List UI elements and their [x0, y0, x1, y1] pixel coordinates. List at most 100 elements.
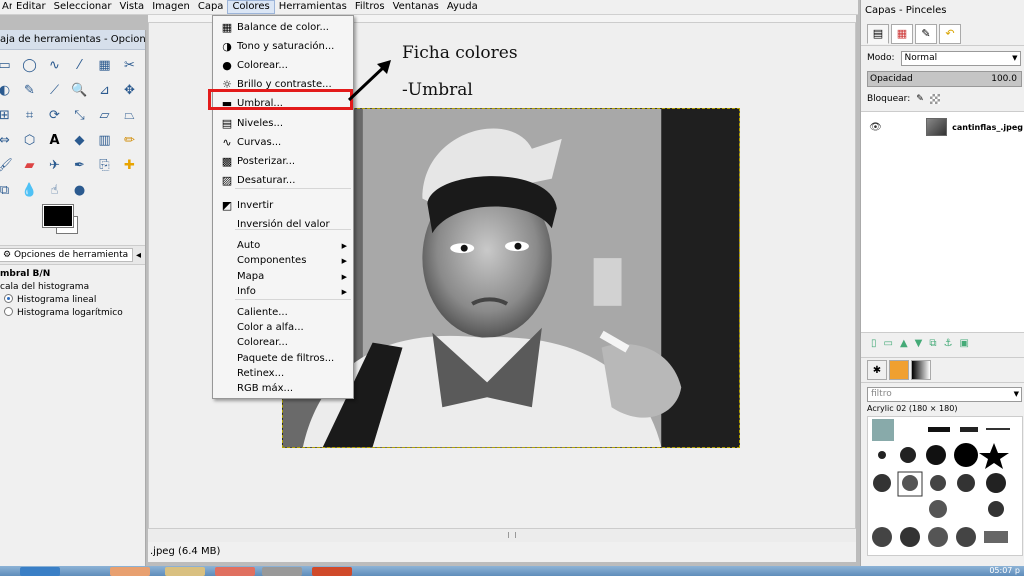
colores-menu-item[interactable]: Info ▶ — [213, 283, 353, 300]
taskbar-app-2[interactable] — [165, 567, 205, 576]
delete-layer-icon[interactable]: ▣ — [959, 338, 968, 349]
log-histogram-option[interactable]: Histograma logarítmico — [0, 307, 145, 320]
eye-icon[interactable]: 👁 — [865, 122, 886, 133]
menu-archivo[interactable]: Archivo — [2, 0, 12, 14]
dodge-burn-icon[interactable]: ● — [67, 178, 92, 203]
menu-capa[interactable]: Capa — [194, 0, 228, 14]
tab-channels[interactable]: ▦ — [891, 23, 913, 44]
menu-seleccionar[interactable]: Seleccionar — [50, 0, 116, 14]
layer-row[interactable]: 👁 cantinflas_.jpeg — [861, 116, 1023, 138]
measure-icon[interactable]: ⊿ — [92, 78, 117, 103]
start-button[interactable] — [20, 567, 60, 576]
pencil-icon[interactable]: ✏ — [117, 128, 142, 153]
anchor-icon[interactable]: ⚓ — [944, 338, 953, 349]
new-group-icon[interactable]: ▭ — [884, 338, 893, 349]
bucket-fill-icon[interactable]: ◆ — [67, 128, 92, 153]
colores-menu-item[interactable]: ∿ Curvas... — [213, 134, 353, 151]
linear-histogram-option[interactable]: Histograma lineal — [0, 294, 145, 307]
brush-filter-input[interactable]: filtro ▼ — [867, 387, 1022, 402]
foreground-color[interactable] — [43, 205, 73, 227]
horizontal-scrollbar[interactable] — [148, 528, 856, 542]
taskbar-app-1[interactable] — [110, 567, 150, 576]
paths-icon[interactable]: ✎ — [17, 78, 42, 103]
perspective-icon[interactable]: ⏢ — [117, 103, 142, 128]
align-icon[interactable]: ⊞ — [0, 103, 17, 128]
rotate-icon[interactable]: ⟳ — [42, 103, 67, 128]
eyedropper-icon[interactable]: ⟋ — [42, 78, 67, 103]
tab-brushes[interactable]: ✱ — [867, 360, 887, 380]
smudge-icon[interactable]: ☝ — [42, 178, 67, 203]
menu-ayuda[interactable]: Ayuda — [443, 0, 482, 14]
move-icon[interactable]: ✥ — [117, 78, 142, 103]
tab-paths[interactable]: ✎ — [915, 23, 937, 44]
scissors-icon[interactable]: ✂ — [117, 53, 142, 78]
colores-menu-item[interactable]: ▤ Niveles... — [213, 115, 353, 132]
taskbar-app-4[interactable] — [262, 567, 302, 576]
colores-menu-item[interactable]: Componentes ▶ — [213, 252, 353, 269]
colores-menu-item[interactable]: RGB máx... — [213, 380, 353, 397]
tab-layers[interactable]: ▤ — [867, 23, 889, 44]
zoom-icon[interactable]: 🔍 — [67, 78, 92, 103]
opacity-slider[interactable]: Opacidad 100.0 — [867, 71, 1022, 87]
tab-undo[interactable]: ↶ — [939, 23, 961, 44]
radio-log[interactable] — [4, 307, 13, 316]
blur-icon[interactable]: 💧 — [17, 178, 42, 203]
taskbar-app-5[interactable] — [312, 567, 352, 576]
radio-linear[interactable] — [4, 294, 13, 303]
invert-icon: ◩ — [221, 199, 233, 212]
colores-menu-item[interactable]: ● Colorear... — [213, 57, 353, 74]
toolbox-title-bar[interactable]: aja de herramientas - Opcion... × — [0, 30, 145, 50]
lock-alpha-icon[interactable] — [929, 94, 940, 104]
perspective-clone-icon[interactable]: ⧉ — [0, 178, 17, 203]
ink-icon[interactable]: ✒ — [67, 153, 92, 178]
colores-menu-item[interactable]: ◩ Invertir — [213, 197, 353, 214]
scroll-grip[interactable] — [508, 532, 516, 538]
taskbar: 05:07 p — [0, 566, 1024, 576]
menu-vista[interactable]: Vista — [116, 0, 149, 14]
eraser-icon[interactable]: ▰ — [17, 153, 42, 178]
menu-herramientas[interactable]: Herramientas — [275, 0, 351, 14]
menu-editar[interactable]: Editar — [12, 0, 50, 14]
raise-layer-icon[interactable]: ▲ — [900, 338, 908, 349]
airbrush-icon[interactable]: ✈ — [42, 153, 67, 178]
layer-list[interactable]: 👁 cantinflas_.jpeg — [861, 111, 1024, 333]
colores-menu-item[interactable]: ◑ Tono y saturación... — [213, 38, 353, 55]
rect-select-icon[interactable]: ▭ — [0, 53, 17, 78]
flip-icon[interactable]: ⇔ — [0, 128, 17, 153]
menu-colores[interactable]: Colores — [227, 0, 275, 14]
heal-icon[interactable]: ✚ — [117, 153, 142, 178]
paintbrush-icon[interactable]: 🖌 — [0, 153, 17, 178]
menu-ventanas[interactable]: Ventanas — [389, 0, 443, 14]
mode-select[interactable]: Normal ▼ — [900, 50, 1021, 66]
tab-gradients[interactable] — [911, 360, 931, 380]
menu-filtros[interactable]: Filtros — [351, 0, 389, 14]
text-icon[interactable]: A — [42, 128, 67, 153]
colores-menu-item[interactable]: Inversión del valor — [213, 216, 353, 233]
tab-patterns[interactable] — [889, 360, 909, 380]
brush-grid[interactable] — [867, 416, 1023, 556]
clone-icon[interactable]: ⎘ — [92, 153, 117, 178]
colores-menu-item[interactable]: ▦ Balance de color... — [213, 19, 353, 36]
cage-icon[interactable]: ⬡ — [17, 128, 42, 153]
duplicate-layer-icon[interactable]: ⧉ — [929, 338, 936, 349]
menu-imagen[interactable]: Imagen — [148, 0, 194, 14]
colores-menu-item[interactable]: ▩ Posterizar... — [213, 153, 353, 170]
colores-menu-item[interactable]: Colorear... — [213, 334, 353, 351]
submenu-arrow-icon: ▶ — [341, 256, 347, 265]
crop-icon[interactable]: ⌗ — [17, 103, 42, 128]
gradient-icon[interactable]: ▥ — [92, 128, 117, 153]
lock-pixels-icon[interactable]: ✎ — [916, 94, 924, 104]
taskbar-app-3[interactable] — [215, 567, 255, 576]
scale-icon[interactable]: ⤡ — [67, 103, 92, 128]
ellipse-select-icon[interactable]: ◯ — [17, 53, 42, 78]
lower-layer-icon[interactable]: ▼ — [915, 338, 923, 349]
tab-menu-icon[interactable]: ◂ — [136, 250, 141, 261]
shear-icon[interactable]: ▱ — [92, 103, 117, 128]
wand-icon[interactable]: ⁄ — [67, 53, 92, 78]
colores-menu-item[interactable]: ▨ Desaturar... — [213, 172, 353, 189]
tab-tool-options[interactable]: ⚙ Opciones de herramienta — [0, 248, 134, 262]
lasso-icon[interactable]: ∿ — [42, 53, 67, 78]
foreground-select-icon[interactable]: ◐ — [0, 78, 17, 103]
color-select-icon[interactable]: ▦ — [92, 53, 117, 78]
new-layer-icon[interactable]: ▯ — [871, 338, 877, 349]
